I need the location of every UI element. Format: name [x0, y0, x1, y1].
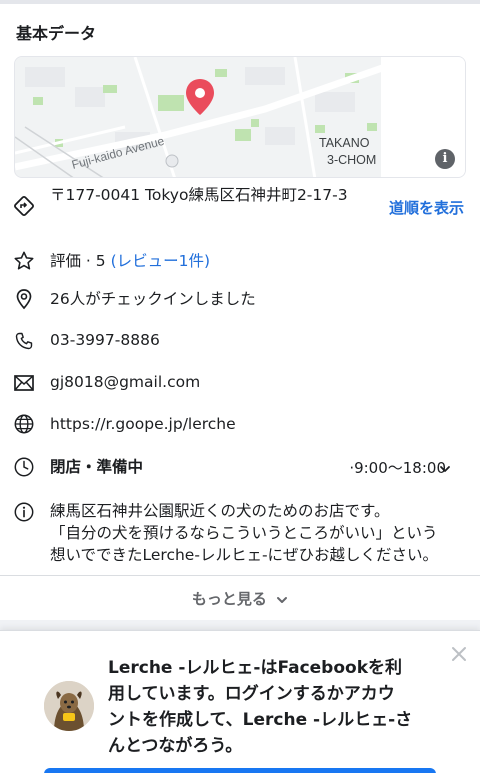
section-title: 基本データ [16, 24, 97, 43]
address-text: 〒177-0041 Tokyo練馬区石神井町2-17-3 [50, 186, 348, 204]
login-prompt-line-4: んとつながろう。 [108, 736, 243, 756]
about-text: 練馬区石神井公園駅近くの犬のためのお店です。 「自分の犬を預けるならこういうとこ… [50, 500, 460, 566]
rating-label: 評価 · 5 [50, 252, 106, 270]
see-more-button[interactable]: もっと見る [0, 588, 480, 609]
about-line-3: 想いでできたLerche-レルヒェ-にぜひお越しください。 [50, 546, 439, 564]
info-circle-icon [12, 500, 36, 524]
login-prompt-line-1: Lerche -レルヒェ-はFacebookを利 [108, 658, 403, 678]
map-area-label-1: TAKANO [319, 136, 370, 150]
phone-icon [12, 329, 36, 353]
login-prompt-panel: Lerche -レルヒェ-はFacebookを利 用しています。ログインするかア… [0, 630, 480, 773]
chevron-down-icon[interactable] [438, 461, 452, 475]
phone-link[interactable]: 03-3997-8886 [50, 329, 160, 351]
checkins-text: 26人がチェックインしました [50, 290, 256, 308]
divider [0, 575, 480, 576]
hours-status: 閉店・準備中 [50, 458, 144, 476]
chevron-down-icon [277, 596, 288, 603]
directions-link[interactable]: 道順を表示 [389, 197, 464, 218]
reviews-link[interactable]: (レビュー1件) [111, 252, 210, 270]
hours-range: ·9:00〜18:00 [349, 459, 446, 477]
login-button[interactable] [44, 768, 436, 773]
close-icon[interactable] [450, 645, 468, 663]
directions-icon [12, 194, 36, 218]
globe-icon [12, 412, 36, 436]
login-prompt-line-2: 用しています。ログインするかアカウ [108, 684, 395, 704]
map-preview[interactable]: Fuji-kaido Avenue TAKANO 3-CHOM i [14, 56, 466, 178]
page-avatar [44, 681, 94, 731]
rating-text: 評価 · 5 (レビュー1件) [50, 250, 210, 272]
info-icon[interactable]: i [435, 149, 455, 169]
mail-icon [12, 371, 36, 395]
about-line-1: 練馬区石神井公園駅近くの犬のためのお店です。 [50, 502, 390, 520]
login-prompt-line-3: ントを作成して、Lerche -レルヒェ-さ [108, 710, 413, 730]
map-graphic: Fuji-kaido Avenue TAKANO 3-CHOM [15, 57, 465, 177]
star-icon [12, 249, 36, 273]
website-link[interactable]: https://r.goope.jp/lerche [50, 413, 236, 435]
see-more-label: もっと見る [191, 590, 267, 608]
email-link[interactable]: gj8018@gmail.com [50, 371, 200, 393]
top-border [0, 0, 480, 4]
about-line-2: 「自分の犬を預けるならこういうところがいい」という [50, 524, 438, 542]
login-prompt-text: Lerche -レルヒェ-はFacebookを利 用しています。ログインするかア… [108, 655, 438, 759]
clock-icon [12, 455, 36, 479]
location-pin-icon [12, 287, 36, 311]
map-area-label-2: 3-CHOM [327, 153, 376, 167]
